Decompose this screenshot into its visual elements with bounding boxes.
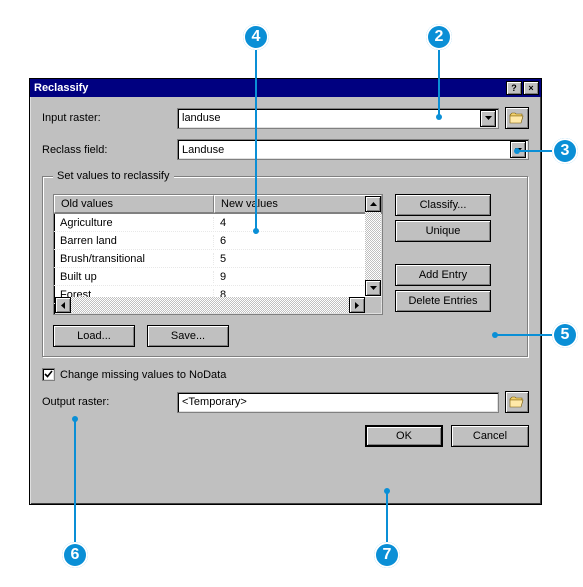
callout-line	[255, 50, 257, 230]
titlebar: Reclassify ? ×	[30, 79, 541, 97]
reclass-field-value: Landuse	[182, 144, 510, 156]
save-button[interactable]: Save...	[147, 325, 229, 347]
input-raster-row: Input raster: landuse	[42, 107, 529, 129]
folder-open-icon	[509, 111, 525, 125]
header-new-values[interactable]: New values	[214, 195, 382, 213]
list-row[interactable]: Agriculture4	[54, 214, 382, 232]
scroll-left-button[interactable]	[55, 297, 71, 313]
output-raster-label: Output raster:	[42, 396, 177, 408]
classify-button[interactable]: Classify...	[395, 194, 491, 216]
input-raster-combo[interactable]: landuse	[177, 108, 499, 129]
callout-4: 4	[243, 24, 269, 50]
callout-dot	[384, 488, 390, 494]
group-legend: Set values to reclassify	[53, 170, 174, 182]
dialog-title: Reclassify	[34, 82, 505, 94]
scroll-right-button[interactable]	[349, 297, 365, 313]
output-raster-row: Output raster: <Temporary>	[42, 391, 529, 413]
callout-dot	[253, 228, 259, 234]
scroll-track[interactable]	[71, 297, 349, 313]
load-save-row: Load... Save...	[53, 325, 518, 347]
callout-line	[518, 150, 554, 152]
list-row[interactable]: Brush/transitional5	[54, 250, 382, 268]
callout-6: 6	[62, 542, 88, 568]
reclass-field-row: Reclass field: Landuse	[42, 139, 529, 160]
bottom-buttons: OK Cancel	[42, 425, 529, 447]
callout-3: 3	[552, 138, 578, 164]
callout-dot	[514, 148, 520, 154]
callout-7: 7	[374, 542, 400, 568]
scroll-track[interactable]	[365, 212, 381, 280]
scroll-down-button[interactable]	[365, 280, 381, 296]
output-raster-browse-button[interactable]	[505, 391, 529, 413]
unique-button[interactable]: Unique	[395, 220, 491, 242]
reclass-field-label: Reclass field:	[42, 144, 177, 156]
callout-line	[386, 492, 388, 544]
reclassify-dialog: Reclassify ? × Input raster: landuse Rec…	[29, 78, 542, 505]
side-buttons: Classify... Unique Add Entry Delete Entr…	[395, 194, 491, 315]
output-raster-input[interactable]: <Temporary>	[177, 392, 499, 413]
nodata-checkbox-label: Change missing values to NoData	[60, 369, 226, 381]
input-raster-dropdown-arrow[interactable]	[480, 110, 496, 127]
list-headers: Old values New values	[54, 195, 382, 214]
nodata-checkbox-row: Change missing values to NoData	[42, 368, 529, 381]
scroll-up-button[interactable]	[365, 196, 381, 212]
callout-line	[496, 334, 554, 336]
header-old-values[interactable]: Old values	[54, 195, 214, 213]
callout-5: 5	[552, 322, 578, 348]
reclass-field-combo[interactable]: Landuse	[177, 139, 529, 160]
load-button[interactable]: Load...	[53, 325, 135, 347]
scroll-corner	[365, 297, 381, 313]
input-raster-browse-button[interactable]	[505, 107, 529, 129]
vertical-scrollbar[interactable]	[365, 196, 381, 296]
values-listbox[interactable]: Old values New values Agriculture4 Barre…	[53, 194, 383, 315]
callout-dot	[72, 416, 78, 422]
list-row[interactable]: Built up9	[54, 268, 382, 286]
list-row[interactable]: Barren land6	[54, 232, 382, 250]
checkmark-icon	[44, 370, 53, 379]
callout-dot	[492, 332, 498, 338]
folder-open-icon	[509, 395, 525, 409]
input-raster-label: Input raster:	[42, 112, 177, 124]
nodata-checkbox[interactable]	[42, 368, 55, 381]
output-raster-value: <Temporary>	[182, 396, 496, 408]
add-entry-button[interactable]: Add Entry	[395, 264, 491, 286]
delete-entries-button[interactable]: Delete Entries	[395, 290, 491, 312]
ok-button[interactable]: OK	[365, 425, 443, 447]
close-button[interactable]: ×	[523, 81, 539, 95]
callout-line	[74, 420, 76, 544]
callout-dot	[436, 114, 442, 120]
help-button[interactable]: ?	[506, 81, 522, 95]
set-values-group: Set values to reclassify Old values New …	[42, 170, 529, 358]
callout-2: 2	[426, 24, 452, 50]
callout-line	[438, 50, 440, 116]
horizontal-scrollbar[interactable]	[55, 297, 365, 313]
dialog-body: Input raster: landuse Reclass field: Lan…	[30, 97, 541, 457]
cancel-button[interactable]: Cancel	[451, 425, 529, 447]
